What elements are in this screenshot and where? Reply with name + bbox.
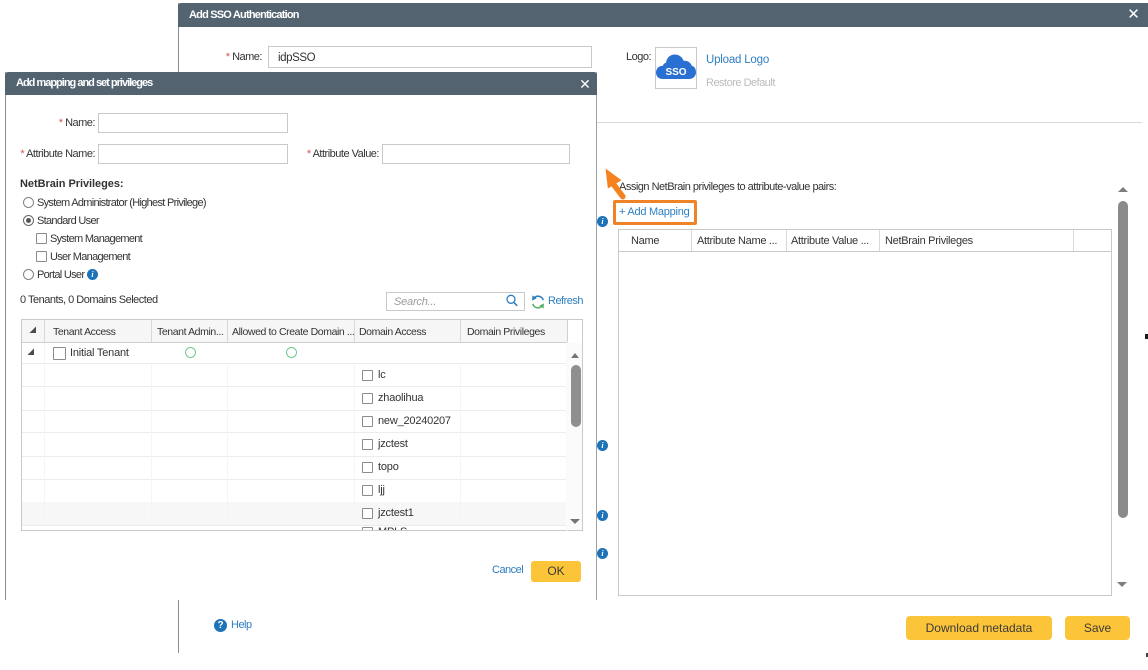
svg-text:SSO: SSO: [665, 67, 686, 78]
